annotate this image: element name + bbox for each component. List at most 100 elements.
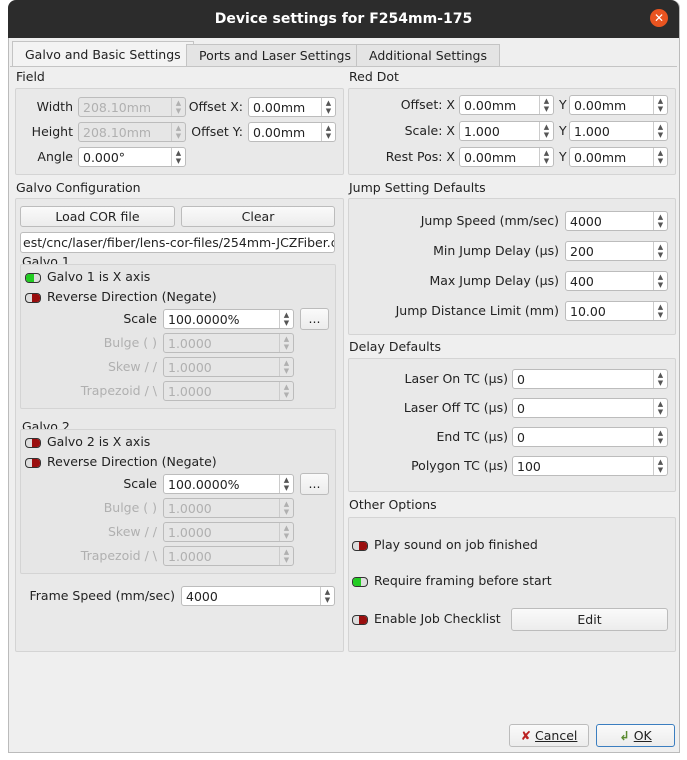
g1-bulge-spinbox: 1.0000 ▲ ▼ bbox=[163, 333, 294, 353]
spin-arrows-icon: ▲ ▼ bbox=[279, 334, 293, 352]
close-icon[interactable]: ✕ bbox=[650, 9, 668, 27]
cancel-button[interactable]: ✘ Cancel bbox=[509, 724, 589, 747]
reddot-offset-y[interactable]: 0.00mm ▲ ▼ bbox=[569, 95, 668, 115]
tab-additional[interactable]: Additional Settings bbox=[356, 44, 500, 67]
g1-scale-more-button[interactable]: ... bbox=[300, 308, 329, 330]
spin-arrows-icon: ▲ ▼ bbox=[279, 523, 293, 541]
spin-arrows-icon[interactable]: ▲ ▼ bbox=[653, 272, 667, 290]
g2-trap-spinbox: 1.0000 ▲ ▼ bbox=[163, 546, 294, 566]
value: 1.0000 bbox=[168, 360, 212, 375]
spin-arrows-icon[interactable]: ▲ ▼ bbox=[539, 148, 553, 166]
value: 1.000 bbox=[464, 124, 500, 139]
reddot-rest-label: Rest Pos: X bbox=[385, 149, 455, 164]
spin-arrows-icon[interactable]: ▲ ▼ bbox=[653, 302, 667, 320]
reddot-offset-x[interactable]: 0.00mm ▲ ▼ bbox=[459, 95, 554, 115]
spin-arrows-icon[interactable]: ▲ ▼ bbox=[321, 123, 335, 141]
g1-trap-label: Trapezoid / \ bbox=[80, 383, 157, 398]
spin-arrows-icon[interactable]: ▲ ▼ bbox=[653, 428, 667, 446]
delay-off-spinbox[interactable]: 0 ▲ ▼ bbox=[512, 398, 668, 418]
jump-min-spinbox[interactable]: 200 ▲ ▼ bbox=[565, 241, 668, 261]
g2-scale-more-button[interactable]: ... bbox=[300, 473, 329, 495]
value: 100 bbox=[517, 459, 541, 474]
field-title: Field bbox=[16, 69, 45, 84]
require-framing-toggle[interactable] bbox=[352, 577, 368, 587]
g2-scale-spinbox[interactable]: 100.0000% ▲ ▼ bbox=[163, 474, 294, 494]
offset-y-label: Offset Y: bbox=[191, 124, 243, 139]
g2-is-x-label: Galvo 2 is X axis bbox=[47, 434, 151, 449]
cor-path-input[interactable]: est/cnc/laser/fiber/lens-cor-files/254mm… bbox=[20, 232, 335, 253]
spin-arrows-icon[interactable]: ▲ ▼ bbox=[653, 242, 667, 260]
value: 4000 bbox=[186, 589, 218, 604]
tab-ports-laser[interactable]: Ports and Laser Settings bbox=[186, 44, 364, 67]
offset-y-spinbox[interactable]: 0.00mm ▲ ▼ bbox=[248, 122, 336, 142]
g1-bulge-label: Bulge ( ) bbox=[103, 335, 157, 350]
g1-scale-spinbox[interactable]: 100.0000% ▲ ▼ bbox=[163, 309, 294, 329]
job-checklist-toggle[interactable] bbox=[352, 615, 368, 625]
spin-arrows-icon[interactable]: ▲ ▼ bbox=[279, 475, 293, 493]
g1-is-x-toggle[interactable] bbox=[25, 273, 41, 283]
g2-is-x-toggle[interactable] bbox=[25, 438, 41, 448]
jump-max-label: Max Jump Delay (µs) bbox=[429, 273, 559, 288]
reddot-rest-y[interactable]: 0.00mm ▲ ▼ bbox=[569, 147, 668, 167]
offset-x-spinbox[interactable]: 0.00mm ▲ ▼ bbox=[248, 97, 336, 117]
value: 1.0000 bbox=[168, 384, 212, 399]
spin-arrows-icon[interactable]: ▲ ▼ bbox=[653, 122, 667, 140]
jump-speed-label: Jump Speed (mm/sec) bbox=[420, 213, 559, 228]
tab-galvo-basic[interactable]: Galvo and Basic Settings bbox=[12, 41, 194, 67]
play-sound-toggle[interactable] bbox=[352, 541, 368, 551]
spin-arrows-icon[interactable]: ▲ ▼ bbox=[320, 587, 334, 605]
clear-button[interactable]: Clear bbox=[181, 206, 335, 227]
reddot-scale-y[interactable]: 1.000 ▲ ▼ bbox=[569, 121, 668, 141]
g1-reverse-toggle[interactable] bbox=[25, 293, 41, 303]
frame-speed-spinbox[interactable]: 4000 ▲ ▼ bbox=[181, 586, 335, 606]
height-value: 208.10mm bbox=[83, 125, 152, 140]
spin-arrows-icon[interactable]: ▲ ▼ bbox=[653, 399, 667, 417]
offset-x-label: Offset X: bbox=[188, 99, 243, 114]
jump-speed-spinbox[interactable]: 4000 ▲ ▼ bbox=[565, 211, 668, 231]
g1-scale-label: Scale bbox=[123, 311, 157, 326]
load-cor-button[interactable]: Load COR file bbox=[20, 206, 175, 227]
spin-arrows-icon[interactable]: ▲ ▼ bbox=[321, 98, 335, 116]
g1-skew-spinbox: 1.0000 ▲ ▼ bbox=[163, 357, 294, 377]
spin-arrows-icon[interactable]: ▲ ▼ bbox=[653, 212, 667, 230]
g2-reverse-toggle[interactable] bbox=[25, 458, 41, 468]
ok-button[interactable]: ↲ OK bbox=[596, 724, 675, 747]
width-spinbox: 208.10mm ▲ ▼ bbox=[78, 97, 186, 117]
jump-max-spinbox[interactable]: 400 ▲ ▼ bbox=[565, 271, 668, 291]
value: 200 bbox=[570, 244, 594, 259]
g2-skew-label: Skew / / bbox=[107, 524, 157, 539]
angle-label: Angle bbox=[37, 149, 73, 164]
spin-arrows-icon[interactable]: ▲ ▼ bbox=[539, 96, 553, 114]
ok-icon: ↲ bbox=[619, 728, 630, 743]
g2-bulge-spinbox: 1.0000 ▲ ▼ bbox=[163, 498, 294, 518]
frame-speed-label: Frame Speed (mm/sec) bbox=[29, 588, 175, 603]
spin-arrows-icon[interactable]: ▲ ▼ bbox=[539, 122, 553, 140]
value: 10.00 bbox=[570, 304, 606, 319]
delay-end-spinbox[interactable]: 0 ▲ ▼ bbox=[512, 427, 668, 447]
delay-on-label: Laser On TC (µs) bbox=[404, 371, 509, 386]
reddot-scale-label: Scale: X bbox=[404, 123, 455, 138]
height-spinbox: 208.10mm ▲ ▼ bbox=[78, 122, 186, 142]
delay-off-label: Laser Off TC (µs) bbox=[403, 400, 508, 415]
jump-dist-spinbox[interactable]: 10.00 ▲ ▼ bbox=[565, 301, 668, 321]
angle-spinbox[interactable]: 0.000° ▲ ▼ bbox=[78, 147, 186, 167]
spin-arrows-icon[interactable]: ▲ ▼ bbox=[653, 457, 667, 475]
g1-trap-spinbox: 1.0000 ▲ ▼ bbox=[163, 381, 294, 401]
value: 1.0000 bbox=[168, 501, 212, 516]
value: 0.00mm bbox=[574, 150, 627, 165]
spin-arrows-icon[interactable]: ▲ ▼ bbox=[171, 148, 185, 166]
spin-arrows-icon[interactable]: ▲ ▼ bbox=[279, 310, 293, 328]
spin-arrows-icon[interactable]: ▲ ▼ bbox=[653, 370, 667, 388]
spin-arrows-icon[interactable]: ▲ ▼ bbox=[653, 148, 667, 166]
offset-y-value: 0.00mm bbox=[253, 125, 306, 140]
galvo-config-title: Galvo Configuration bbox=[16, 180, 141, 195]
edit-checklist-button[interactable]: Edit bbox=[511, 608, 668, 631]
reddot-y-label: Y bbox=[559, 123, 567, 138]
g2-scale-label: Scale bbox=[123, 476, 157, 491]
delay-end-label: End TC (µs) bbox=[436, 429, 508, 444]
reddot-rest-x[interactable]: 0.00mm ▲ ▼ bbox=[459, 147, 554, 167]
reddot-scale-x[interactable]: 1.000 ▲ ▼ bbox=[459, 121, 554, 141]
spin-arrows-icon[interactable]: ▲ ▼ bbox=[653, 96, 667, 114]
delay-on-spinbox[interactable]: 0 ▲ ▼ bbox=[512, 369, 668, 389]
delay-poly-spinbox[interactable]: 100 ▲ ▼ bbox=[512, 456, 668, 476]
